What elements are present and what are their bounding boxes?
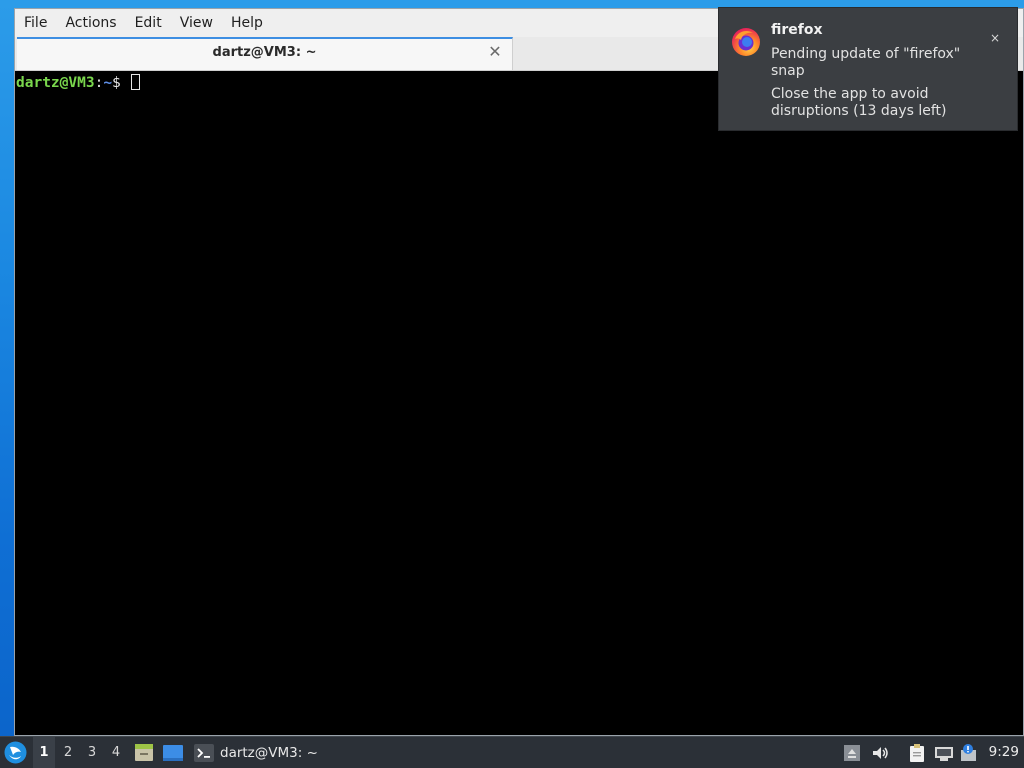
menu-actions[interactable]: Actions: [56, 9, 125, 37]
task-label: dartz@VM3: ~: [220, 744, 318, 761]
prompt-user-host: dartz@VM3: [16, 75, 95, 91]
lubuntu-logo-icon[interactable]: [3, 740, 28, 765]
firefox-icon: [732, 28, 760, 56]
text-cursor: [130, 74, 140, 90]
menu-view[interactable]: View: [171, 9, 222, 37]
prompt-path: ~: [103, 75, 113, 91]
clipboard-icon[interactable]: [907, 743, 927, 763]
desktop-3[interactable]: 3: [81, 737, 103, 768]
update-notifier-icon[interactable]: [960, 743, 980, 763]
volume-icon[interactable]: [870, 743, 890, 763]
eject-icon[interactable]: [842, 743, 862, 763]
notification-title: firefox: [771, 22, 823, 38]
desktop-1[interactable]: 1: [33, 737, 55, 768]
menu-edit[interactable]: Edit: [126, 9, 171, 37]
notification-detail: Close the app to avoid disruptions (13 d…: [771, 86, 947, 119]
prompt-separator: :: [94, 75, 104, 91]
clock[interactable]: 9:29: [989, 737, 1019, 768]
network-icon[interactable]: [934, 743, 954, 763]
close-tab-icon[interactable]: ✕: [486, 43, 504, 61]
taskbar-task-terminal[interactable]: dartz@VM3: ~: [191, 737, 331, 768]
menu-file[interactable]: File: [15, 9, 56, 37]
close-notification-icon[interactable]: ×: [985, 28, 1005, 48]
prompt-symbol: $: [112, 75, 130, 91]
file-manager-icon[interactable]: [133, 742, 155, 763]
terminal-icon: [194, 743, 214, 762]
tab-title: dartz@VM3: ~: [212, 45, 317, 60]
menu-help[interactable]: Help: [222, 9, 272, 37]
desktop-2[interactable]: 2: [57, 737, 79, 768]
show-desktop-icon[interactable]: [162, 742, 184, 763]
desktop-4[interactable]: 4: [105, 737, 127, 768]
notification-popup[interactable]: firefox Pending update of "firefox" snap…: [718, 7, 1018, 131]
notification-body: Pending update of "firefox" snap Close t…: [771, 46, 991, 126]
notification-message: Pending update of "firefox" snap: [771, 46, 961, 79]
terminal-tab[interactable]: dartz@VM3: ~ ✕: [17, 37, 513, 70]
taskbar: 1 2 3 4 dartz@VM3: ~ 9:29: [0, 736, 1024, 768]
terminal-output[interactable]: dartz@VM3:~$: [15, 71, 1023, 735]
